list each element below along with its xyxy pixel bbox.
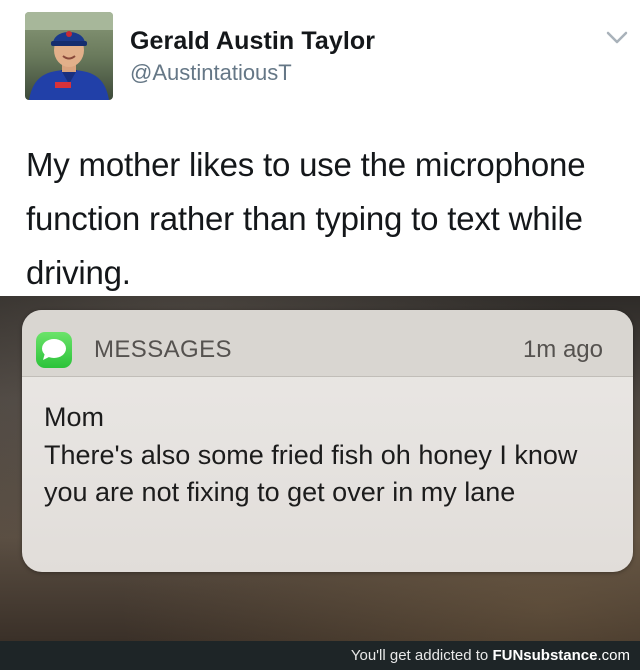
app-name: MESSAGES [94, 336, 232, 363]
footer-prefix: You'll get addicted to [350, 647, 493, 664]
display-name[interactable]: Gerald Austin Taylor [130, 27, 375, 56]
notification-time: 1m ago [522, 336, 603, 363]
message-notification[interactable]: MESSAGES 1m ago Mom There's also some fr… [22, 310, 633, 572]
footer-brand[interactable]: FUNsubstance [492, 647, 597, 664]
footer-bar: You'll get addicted to FUNsubstance.com [0, 641, 640, 670]
chevron-down-icon[interactable] [606, 30, 628, 46]
tweet: Gerald Austin Taylor @AustintatiousT My … [0, 0, 640, 296]
footer-text: You'll get addicted to FUNsubstance.com [351, 647, 630, 664]
avatar[interactable] [25, 12, 113, 100]
footer-suffix: .com [597, 647, 630, 664]
notification-header: MESSAGES 1m ago [22, 310, 633, 377]
sender-name: Mom [44, 402, 104, 432]
messages-bubble-icon [36, 332, 72, 368]
notification-screenshot: MESSAGES 1m ago Mom There's also some fr… [0, 296, 640, 641]
profile-photo [25, 12, 113, 100]
user-handle[interactable]: @AustintatiousT [130, 60, 292, 86]
tweet-text: My mother likes to use the microphone fu… [26, 146, 586, 291]
message-body: There's also some fried fish oh honey I … [44, 440, 578, 507]
